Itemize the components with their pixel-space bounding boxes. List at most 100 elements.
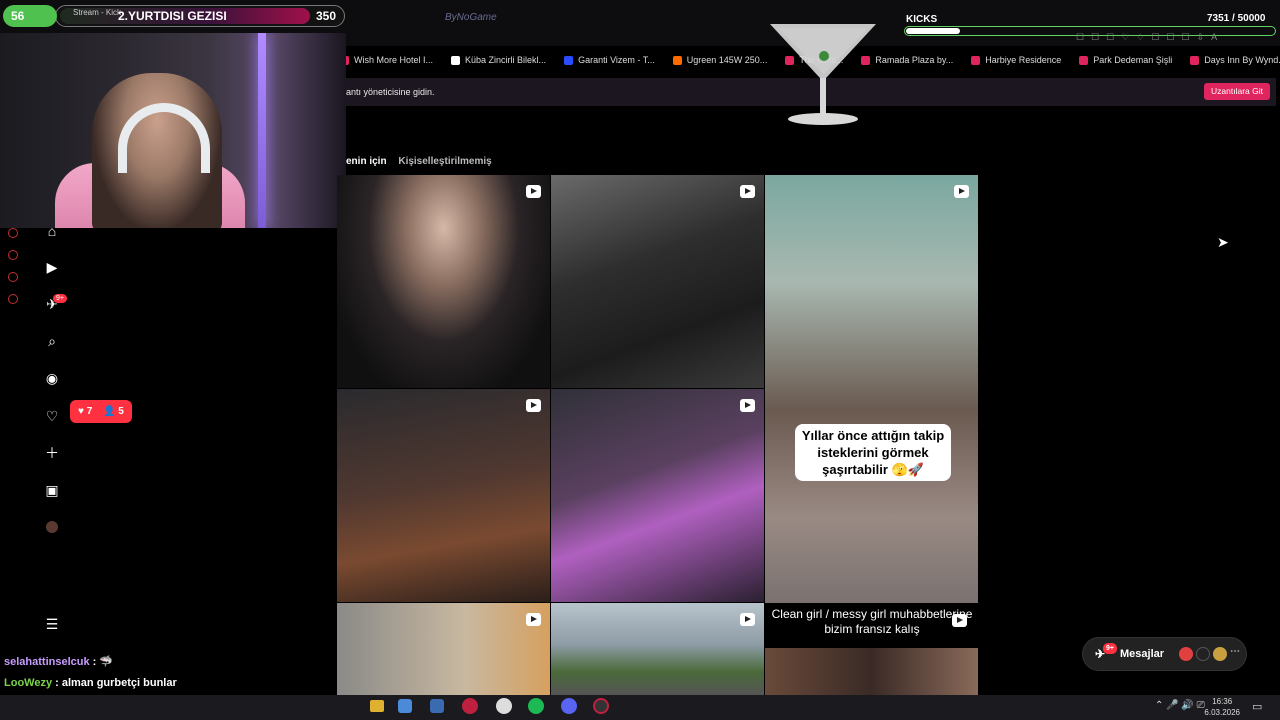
app-icon[interactable] xyxy=(398,699,412,713)
tab-unpersonalized[interactable]: Kişiselleştirilmemiş xyxy=(398,156,491,167)
clock-dot-icon xyxy=(8,250,18,260)
tab-for-you[interactable]: enin için xyxy=(346,156,387,167)
bookmark-label: Park Dedeman Şişli xyxy=(1093,55,1173,65)
bookmark-favicon-icon xyxy=(1190,55,1200,65)
chat-text: : alman gurbetçi bunlar xyxy=(52,677,177,689)
banner-text: antı yöneticisine gidin. xyxy=(346,87,435,97)
level-badge: 56 xyxy=(3,5,57,27)
bookmark-favicon-icon xyxy=(451,55,461,65)
notifications-heart-icon[interactable]: ♡ xyxy=(44,408,60,424)
bookmark-favicon-icon xyxy=(672,55,682,65)
reel-icon xyxy=(526,613,541,626)
feed-tabs: enin için Kişiselleştirilmemiş xyxy=(346,156,501,167)
reels-icon[interactable]: ▶ xyxy=(44,259,60,275)
bookmark-item[interactable]: Harbiye Residence xyxy=(971,55,1061,65)
bookmark-label: Days Inn By Wynd... xyxy=(1204,55,1280,65)
discord-icon[interactable] xyxy=(561,698,577,714)
notification-popup[interactable]: ♥ 7 👤 5 xyxy=(70,400,132,423)
chat-username[interactable]: LooWezy xyxy=(4,677,52,689)
bookmark-item[interactable]: Park Dedeman Şişli xyxy=(1079,55,1172,65)
explore-icon[interactable]: ◉ xyxy=(44,370,60,386)
more-icon: ⋯ xyxy=(1230,646,1240,657)
bookmark-favicon-icon xyxy=(564,55,574,65)
post-tile[interactable] xyxy=(551,389,764,602)
browser-toolbar-icons[interactable]: ☐☐☐♡♢☐☐☐⇩A xyxy=(1076,32,1224,43)
system-clock[interactable]: 16:36 6.03.2026 xyxy=(1204,696,1240,718)
kicks-count: 7351 / 50000 xyxy=(1207,13,1266,24)
go-to-extensions-button[interactable]: Uzantılara Git xyxy=(1204,83,1270,100)
spotify-icon[interactable] xyxy=(528,698,544,714)
post-tile[interactable] xyxy=(551,603,764,695)
folder-icon[interactable] xyxy=(370,700,384,712)
home-icon[interactable]: ⌂ xyxy=(44,223,60,239)
create-icon[interactable]: ＋ xyxy=(44,445,60,461)
messages-label: Mesajlar xyxy=(1120,648,1165,660)
bookmark-label: Ugreen 145W 250... xyxy=(686,55,768,65)
browser-tab-title[interactable]: Stream - Kick xyxy=(73,8,121,17)
post-caption-2: Clean girl / messy girl muhabbetlerine b… xyxy=(766,604,978,648)
goal-title: 2.YURTDISI GEZISI xyxy=(118,9,227,23)
bookmark-label: Garanti Vizem - T... xyxy=(578,55,655,65)
clock-time: 16:36 xyxy=(1212,697,1233,706)
heart-icon: ♥ xyxy=(78,406,87,417)
chat-text: : 🦈 xyxy=(89,656,114,668)
bookmark-favicon-icon xyxy=(971,55,981,65)
bookmark-label: Küba Zincirli Bilekl... xyxy=(465,55,547,65)
browser-icon[interactable] xyxy=(462,698,478,714)
watermark: ByNoGame xyxy=(445,12,497,23)
bookmark-label: Wish More Hotel I... xyxy=(354,55,434,65)
reel-icon xyxy=(952,614,967,627)
app-icon[interactable] xyxy=(496,698,512,714)
reel-icon xyxy=(526,399,541,412)
bookmark-item[interactable]: Küba Zincirli Bilekl... xyxy=(451,55,546,65)
bookmark-item[interactable]: Wish More Hotel I... xyxy=(340,55,433,65)
reel-icon xyxy=(740,399,755,412)
settings-dot-icon xyxy=(8,294,18,304)
reel-icon xyxy=(954,185,969,198)
mouse-cursor-icon: ➤ xyxy=(1217,234,1229,250)
app-icon[interactable] xyxy=(430,699,444,713)
bookmark-label: Ramada Plaza by... xyxy=(875,55,954,65)
chat-username[interactable]: selahattinselcuk xyxy=(4,656,90,668)
post-tile[interactable] xyxy=(337,603,550,695)
messages-badge: 9+ xyxy=(1103,643,1117,654)
reel-icon xyxy=(526,185,541,198)
chat-message: selahattinselcuk : 🦈 xyxy=(4,655,113,668)
post-tile[interactable] xyxy=(551,175,764,388)
post-tile[interactable] xyxy=(765,648,978,695)
status-dot-icon xyxy=(8,228,18,238)
refresh-dot-icon xyxy=(8,272,18,282)
dashboard-icon[interactable]: ▣ xyxy=(44,482,60,498)
post-tile[interactable] xyxy=(337,389,550,602)
goal-count: 350 xyxy=(316,9,337,23)
bookmark-item[interactable]: Ugreen 145W 250... xyxy=(672,55,768,65)
avatar xyxy=(1179,647,1193,661)
webcam-feed xyxy=(0,33,346,228)
martini-glass-icon xyxy=(770,24,876,125)
notification-icon[interactable]: ▭ xyxy=(1252,700,1262,713)
post-caption: Yıllar önce attığın takip isteklerini gö… xyxy=(795,424,951,481)
obs-icon[interactable] xyxy=(593,698,609,714)
bookmark-label: Harbiye Residence xyxy=(985,55,1062,65)
bookmark-favicon-icon xyxy=(1079,55,1089,65)
followers-count: 5 xyxy=(118,406,124,417)
bookmark-item[interactable]: Days Inn By Wynd... xyxy=(1190,55,1280,65)
post-tile[interactable] xyxy=(765,175,978,603)
profile-avatar[interactable] xyxy=(46,521,58,533)
likes-count: 7 xyxy=(86,406,93,417)
kicks-label: KICKS xyxy=(906,14,938,25)
kicks-progress-fill xyxy=(906,28,960,34)
reel-icon xyxy=(740,185,755,198)
taskbar: ⌃ 🎤 🔊 ⎚ ▭ xyxy=(0,695,1280,720)
bookmark-item[interactable]: Garanti Vizem - T... xyxy=(564,55,655,65)
search-icon[interactable]: ⌕ xyxy=(44,333,60,349)
avatar xyxy=(1196,647,1210,661)
light-strip xyxy=(258,33,266,228)
tray-icons[interactable]: ⌃ 🎤 🔊 ⎚ xyxy=(1155,700,1205,711)
reel-icon xyxy=(740,613,755,626)
person-icon: 👤 xyxy=(103,406,119,417)
menu-icon[interactable]: ☰ xyxy=(44,616,60,632)
clock-date: 6.03.2026 xyxy=(1204,708,1240,717)
post-tile[interactable] xyxy=(337,175,550,388)
avatar xyxy=(1213,647,1227,661)
